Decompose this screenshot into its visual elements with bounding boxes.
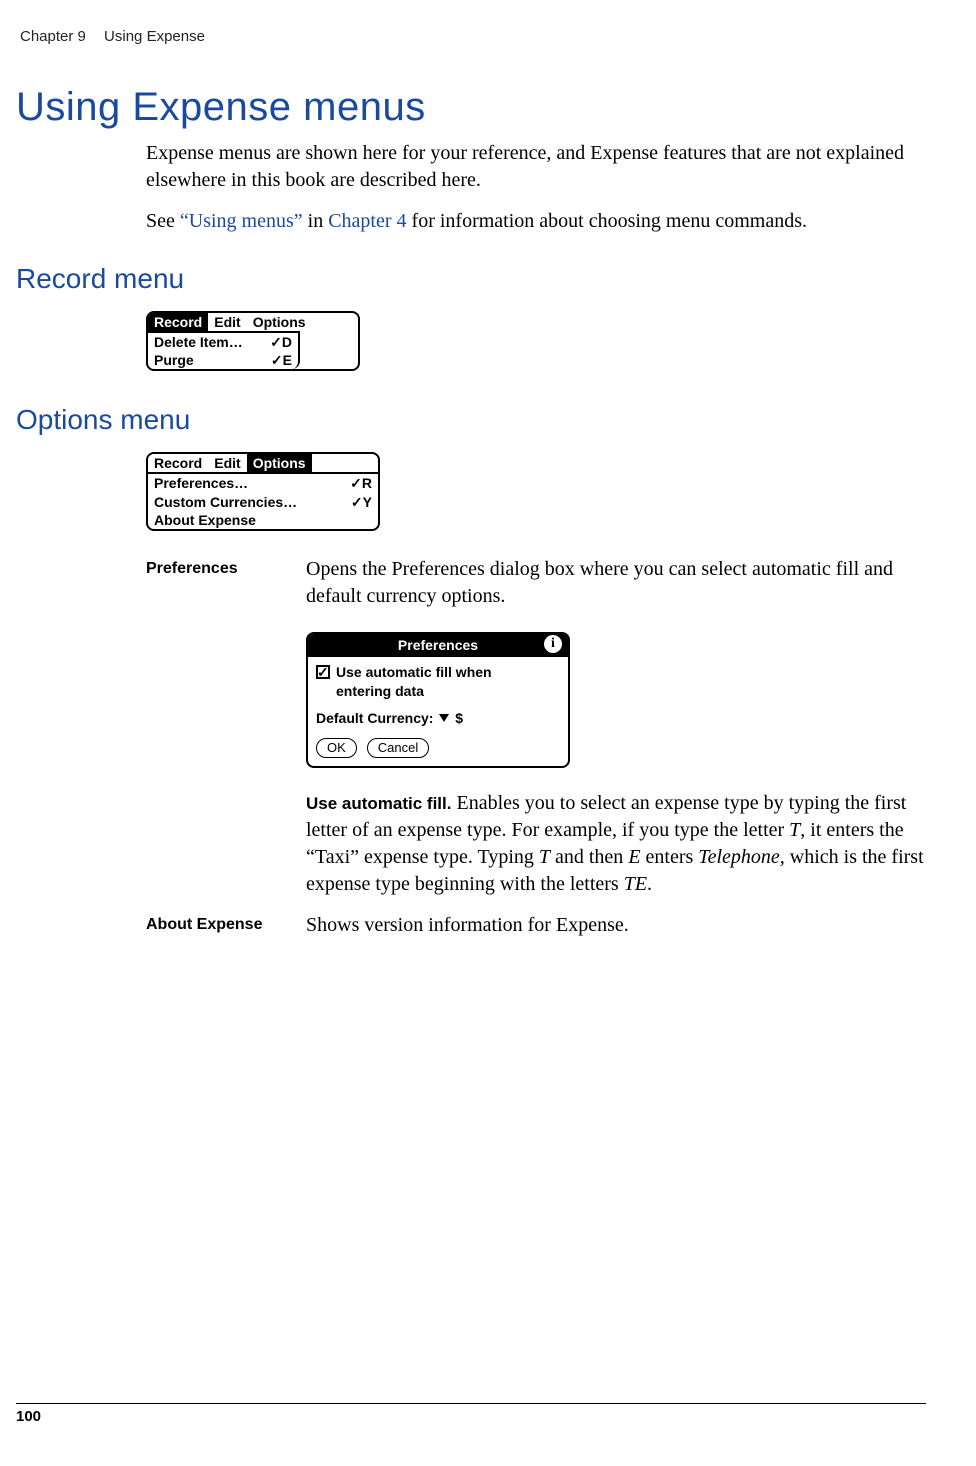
default-currency-row: Default Currency: $ (316, 709, 560, 728)
running-header: Chapter 9 Using Expense (16, 28, 926, 45)
row-label-about-expense: About Expense (146, 912, 296, 953)
checkbox-label: Use automatic fill when entering data (336, 663, 492, 701)
menu-item-delete: Delete Item… ✓D (148, 333, 298, 351)
intro-paragraph-2: See “Using menus” in Chapter 4 for infor… (146, 208, 926, 235)
cancel-button: Cancel (367, 738, 429, 758)
row-desc-about-expense: Shows version information for Expense. (306, 912, 926, 953)
info-icon: i (544, 635, 562, 653)
menu-tab-edit-2: Edit (208, 454, 246, 472)
link-chapter-4[interactable]: Chapter 4 (328, 210, 406, 232)
dropdown-icon (439, 714, 449, 722)
menu-item-custom-currencies: Custom Currencies… ✓Y (148, 493, 378, 511)
menu-tab-record-2: Record (148, 454, 208, 472)
subheading-options-menu: Options menu (16, 404, 926, 436)
ok-button: OK (316, 738, 357, 758)
dialog-title: Preferences (398, 636, 478, 655)
chapter-label: Chapter 9 (20, 28, 86, 45)
chapter-title: Using Expense (104, 28, 205, 45)
menu-item-purge: Purge ✓E (148, 351, 298, 369)
row-label-preferences: Preferences (146, 556, 296, 912)
menu-tab-record: Record (148, 313, 208, 331)
page-number: 100 (16, 1408, 41, 1425)
intro-paragraph-1: Expense menus are shown here for your re… (146, 140, 926, 194)
menu-tab-options: Options (247, 313, 312, 331)
checkbox-icon (316, 665, 330, 679)
options-menu-screenshot: Record Edit Options Preferences… ✓R Cust… (146, 452, 380, 531)
menu-item-preferences: Preferences… ✓R (148, 474, 378, 492)
menu-item-about-expense: About Expense (148, 511, 378, 529)
link-using-menus[interactable]: “Using menus” (180, 210, 303, 232)
preferences-dialog-screenshot: Preferences i Use automatic fill when en… (306, 632, 570, 768)
row-desc-preferences: Opens the Preferences dialog box where y… (306, 556, 926, 912)
section-heading: Using Expense menus (16, 85, 926, 130)
menu-tab-edit: Edit (208, 313, 246, 331)
menu-tab-options-2: Options (247, 454, 312, 472)
subheading-record-menu: Record menu (16, 263, 926, 295)
use-automatic-fill-paragraph: Use automatic fill. Enables you to selec… (306, 790, 926, 898)
page: Chapter 9 Using Expense Using Expense me… (0, 0, 976, 1466)
footer: 100 (16, 1403, 926, 1426)
record-menu-screenshot: Record Edit Options Delete Item… ✓D Purg… (146, 311, 360, 371)
